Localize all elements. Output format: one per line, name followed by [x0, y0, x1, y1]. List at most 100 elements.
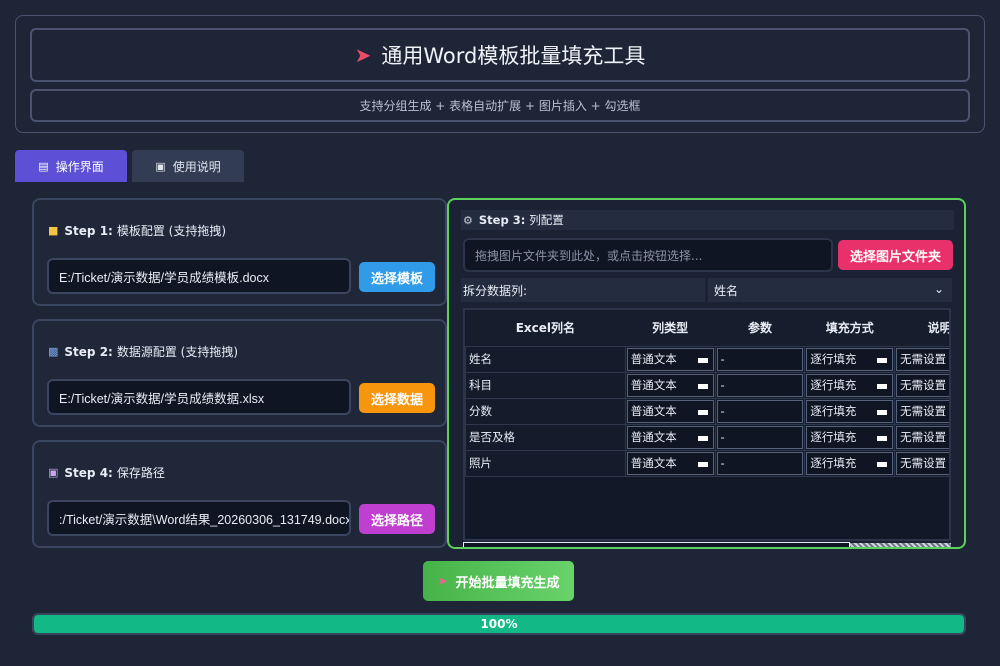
cell-fill-select[interactable]: 逐行填充 [804, 449, 896, 477]
select-path-button[interactable]: 选择路径 [359, 504, 435, 534]
cell-param-input[interactable]: - [714, 345, 806, 373]
tab-instructions[interactable]: ▣ 使用说明 [132, 150, 244, 182]
cell-param-input-control[interactable]: - [716, 399, 804, 423]
dropdown-indicator-icon [877, 383, 888, 389]
cell-note-control: 无需设置 [896, 425, 949, 449]
cell-excel-name: 分数 [465, 397, 626, 425]
cell-note: 无需设置 [894, 345, 949, 373]
template-path-input[interactable]: E:/Ticket/演示数据/学员成绩模板.docx [47, 258, 351, 294]
dropdown-indicator-icon [877, 461, 888, 467]
step4-title: 保存路径 [116, 466, 165, 480]
step1-heading: ■ Step 1: 模板配置 (支持拖拽) [48, 222, 226, 239]
cell-type-select[interactable]: 普通文本 [624, 345, 716, 373]
cell-type-select[interactable]: 普通文本 [624, 449, 716, 477]
cell-note: 无需设置 [894, 371, 949, 399]
cell-fill-select-control[interactable]: 逐行填充 [806, 347, 894, 371]
table-row: 科目 普通文本 - 逐行填充 无需设置 [465, 371, 949, 399]
cell-type-select-control[interactable]: 普通文本 [626, 347, 714, 371]
cell-type-select-control[interactable]: 普通文本 [626, 451, 714, 475]
split-column-select[interactable]: 姓名 ⌄ [708, 278, 952, 302]
select-data-button[interactable]: 选择数据 [359, 383, 435, 413]
data-path-input[interactable]: E:/Ticket/演示数据/学员成绩数据.xlsx [47, 379, 351, 415]
cell-type-select-control[interactable]: 普通文本 [626, 399, 714, 423]
select-template-button[interactable]: 选择模板 [359, 262, 435, 292]
progress-label: 100% [480, 617, 518, 631]
cell-note: 无需设置 [894, 397, 949, 425]
step1-number: Step 1: [64, 223, 113, 238]
cell-type-select[interactable]: 普通文本 [624, 371, 716, 399]
split-column-label: 拆分数据列: [461, 278, 705, 302]
step4-panel: ▣ Step 4: 保存路径 :/Ticket/演示数据\Word结果_2026… [32, 440, 447, 548]
cell-fill-select-text: 逐行填充 [810, 456, 857, 470]
start-fill-button[interactable]: ➤ 开始批量填充生成 [423, 561, 574, 601]
cell-fill-select-text: 逐行填充 [810, 430, 857, 444]
step2-title: 数据源配置 (支持拖拽) [116, 345, 239, 359]
cell-param-input-control[interactable]: - [716, 347, 804, 371]
cell-note-text: 无需设置 [900, 404, 947, 418]
rocket-icon: ➤ [354, 43, 372, 67]
cell-param-input[interactable]: - [714, 423, 806, 451]
table-header-row: Excel列名 列类型 参数 填充方式 说明 [465, 310, 949, 346]
dropdown-indicator-icon [697, 383, 708, 389]
cell-type-select-control[interactable]: 普通文本 [626, 373, 714, 397]
book-icon: ▣ [155, 159, 166, 173]
cell-param-input[interactable]: - [714, 397, 806, 425]
start-fill-label: 开始批量填充生成 [455, 575, 560, 591]
cell-param-input-text: - [720, 378, 725, 392]
step3-heading: ⚙ Step 3: 列配置 [461, 210, 954, 230]
cell-param-input[interactable]: - [714, 449, 806, 477]
cell-param-input-text: - [720, 430, 725, 444]
cell-fill-select[interactable]: 逐行填充 [804, 345, 896, 373]
cell-type-select-text: 普通文本 [630, 378, 677, 392]
cell-type-select-control[interactable]: 普通文本 [626, 425, 714, 449]
cell-fill-select-text: 逐行填充 [810, 352, 857, 366]
tab-operations-label: 操作界面 [55, 159, 104, 174]
col-header-note: 说明 [894, 310, 949, 346]
step2-panel: ▩ Step 2: 数据源配置 (支持拖拽) E:/Ticket/演示数据/学员… [32, 319, 447, 427]
dropdown-indicator-icon [877, 357, 888, 363]
dropdown-indicator-icon [697, 435, 708, 441]
table-row: 姓名 普通文本 - 逐行填充 无需设置 [465, 345, 949, 373]
cell-note-text: 无需设置 [900, 378, 947, 392]
cell-note-text: 无需设置 [900, 456, 947, 470]
rocket-icon: ➤ [437, 574, 448, 588]
tab-operations[interactable]: ▤ 操作界面 [15, 150, 127, 182]
cell-type-select-text: 普通文本 [630, 430, 677, 444]
table-row: 分数 普通文本 - 逐行填充 无需设置 [465, 397, 949, 425]
dropdown-indicator-icon [697, 461, 708, 467]
cell-type-select[interactable]: 普通文本 [624, 423, 716, 451]
cell-fill-select-control[interactable]: 逐行填充 [806, 451, 894, 475]
step3-title: 列配置 [529, 213, 564, 227]
table-row: 照片 普通文本 - 逐行填充 无需设置 [465, 449, 949, 477]
image-folder-input[interactable]: 拖拽图片文件夹到此处，或点击按钮选择... [463, 238, 833, 272]
cell-fill-select-control[interactable]: 逐行填充 [806, 425, 894, 449]
chevron-down-icon: ⌄ [933, 282, 944, 296]
step3-number: Step 3: [478, 213, 526, 227]
tab-instructions-label: 使用说明 [172, 159, 221, 174]
horizontal-scrollbar[interactable] [463, 542, 850, 547]
cell-param-input-control[interactable]: - [716, 425, 804, 449]
cell-param-input-control[interactable]: - [716, 451, 804, 475]
cell-fill-select[interactable]: 逐行填充 [804, 397, 896, 425]
cell-type-select[interactable]: 普通文本 [624, 397, 716, 425]
resize-grip[interactable] [850, 543, 951, 547]
col-header-excel-name: Excel列名 [465, 310, 626, 346]
cell-fill-select[interactable]: 逐行填充 [804, 423, 896, 451]
cell-fill-select-control[interactable]: 逐行填充 [806, 399, 894, 423]
cell-type-select-text: 普通文本 [630, 352, 677, 366]
cell-param-input-control[interactable]: - [716, 373, 804, 397]
split-column-value: 姓名 [714, 283, 739, 298]
dropdown-indicator-icon [877, 409, 888, 415]
table-row: 是否及格 普通文本 - 逐行填充 无需设置 [465, 423, 949, 451]
select-image-folder-button[interactable]: 选择图片文件夹 [838, 240, 953, 270]
cell-excel-name: 科目 [465, 371, 626, 399]
cell-fill-select[interactable]: 逐行填充 [804, 371, 896, 399]
step2-number: Step 2: [64, 344, 113, 359]
col-header-fill: 填充方式 [804, 310, 895, 346]
column-config-table: Excel列名 列类型 参数 填充方式 说明 姓名 普通文本 - 逐行填充 无需设置 科目… [463, 308, 951, 541]
cell-param-input[interactable]: - [714, 371, 806, 399]
cell-note-text: 无需设置 [900, 430, 947, 444]
cell-fill-select-control[interactable]: 逐行填充 [806, 373, 894, 397]
dropdown-indicator-icon [877, 435, 888, 441]
save-path-input[interactable]: :/Ticket/演示数据\Word结果_20260306_131749.doc… [47, 500, 351, 536]
